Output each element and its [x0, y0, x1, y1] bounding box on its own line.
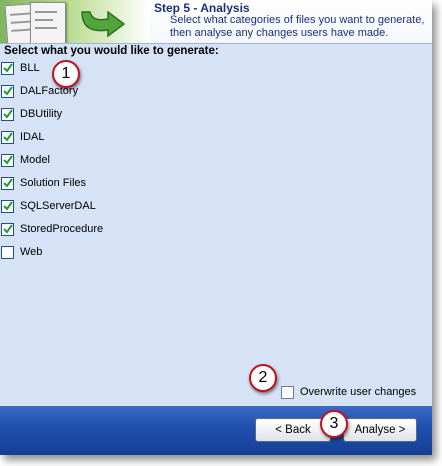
green-arrow-icon	[81, 10, 126, 38]
category-label: SQLServerDAL	[20, 200, 96, 212]
category-label: IDAL	[20, 131, 45, 143]
category-model[interactable]: Model	[1, 150, 50, 170]
checkmark-icon	[2, 178, 13, 188]
checkbox[interactable]	[1, 130, 14, 144]
checkmark-icon	[2, 155, 13, 165]
checkmark-icon	[2, 201, 13, 211]
checkmark-icon	[2, 86, 13, 96]
page-subtitle: Select what categories of files you want…	[170, 14, 425, 39]
overwrite-label: Overwrite user changes	[300, 386, 417, 398]
checkmark-icon	[2, 109, 13, 119]
category-label: BLL	[20, 62, 40, 74]
checkmark-icon	[2, 132, 13, 142]
checkbox[interactable]	[1, 84, 14, 98]
category-sqlserverdal[interactable]: SQLServerDAL	[1, 196, 96, 216]
category-bll[interactable]: BLL	[1, 58, 40, 78]
category-web[interactable]: Web	[1, 242, 42, 262]
checkbox[interactable]	[1, 199, 14, 213]
category-label: Model	[20, 154, 50, 166]
category-label: Web	[20, 246, 43, 258]
category-label: Solution Files	[20, 177, 87, 189]
checkbox[interactable]	[1, 107, 14, 121]
checkbox[interactable]	[1, 176, 14, 190]
checkmark-icon	[2, 224, 13, 234]
overwrite-option[interactable]: Overwrite user changes	[281, 384, 416, 400]
category-idal[interactable]: IDAL	[1, 127, 44, 147]
callout-badge-2: 2	[249, 364, 277, 392]
analyse-button[interactable]: Analyse >	[343, 418, 417, 442]
category-dbutility[interactable]: DBUtility	[1, 104, 62, 124]
wizard-header: Step 5 - Analysis Select what categories…	[0, 0, 432, 44]
category-label: StoredProcedure	[20, 223, 104, 235]
callout-badge-3: 3	[320, 410, 348, 438]
document-icon	[30, 2, 66, 43]
checkbox[interactable]	[1, 222, 14, 236]
generate-prompt: Select what you would like to generate:	[4, 45, 219, 57]
wizard-footer: < Back Analyse >	[0, 406, 432, 455]
content-panel: Select what you would like to generate: …	[0, 44, 432, 406]
category-solution-files[interactable]: Solution Files	[1, 173, 86, 193]
checkbox[interactable]	[1, 245, 14, 259]
category-label: DBUtility	[20, 108, 63, 120]
checkbox[interactable]	[1, 61, 14, 75]
category-storedprocedure[interactable]: StoredProcedure	[1, 219, 103, 239]
overwrite-checkbox[interactable]	[281, 385, 294, 399]
checkmark-icon	[2, 63, 13, 73]
page-title: Step 5 - Analysis	[154, 1, 250, 15]
wizard-header-graphic	[0, 0, 150, 43]
checkbox[interactable]	[1, 153, 14, 167]
callout-badge-1: 1	[52, 60, 80, 88]
